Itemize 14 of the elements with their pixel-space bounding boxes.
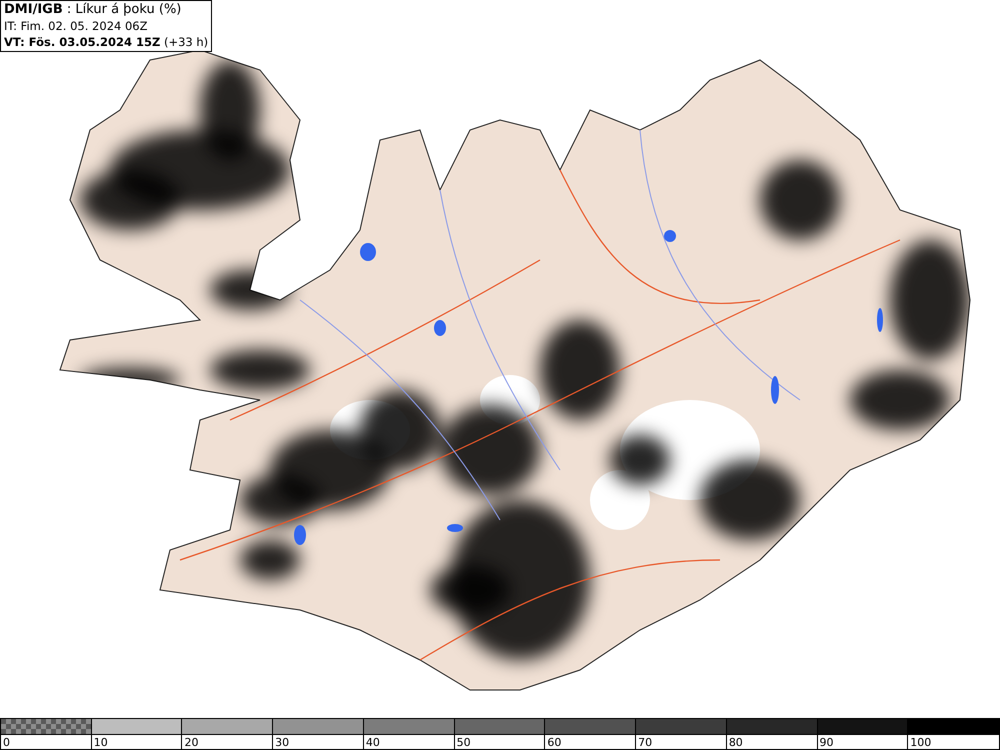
valid-time: VT: Fös. 03.05.2024 15Z (+33 h)	[4, 34, 208, 50]
legend-label: 70	[637, 735, 652, 750]
legend-label: 20	[183, 735, 198, 750]
legend-label: 0	[2, 735, 10, 750]
legend-label: 100	[909, 735, 932, 750]
legend-label: 80	[728, 735, 743, 750]
legend-label: 30	[274, 735, 290, 750]
legend-label: 10	[92, 735, 108, 750]
legend-label: 90	[818, 735, 834, 750]
legend-label: 40	[364, 735, 380, 750]
issue-time: IT: Fim. 02. 05. 2024 06Z	[4, 18, 148, 34]
map-title: DMI/IGB : Líkur á þoku (%)	[4, 2, 182, 18]
legend-label: 50	[456, 735, 471, 750]
legend-label: 60	[546, 735, 562, 750]
